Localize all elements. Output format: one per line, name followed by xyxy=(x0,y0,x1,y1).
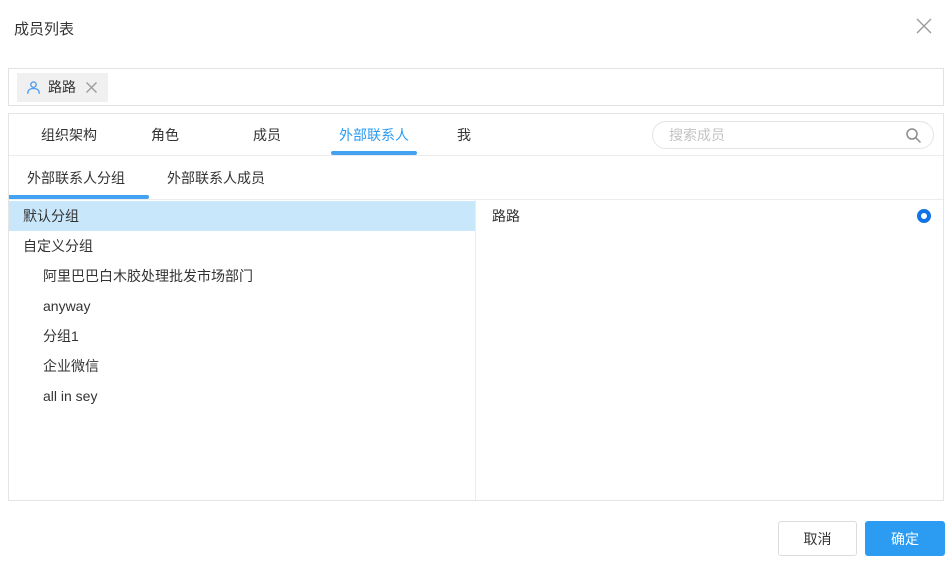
subtab-external-contact-members[interactable]: 外部联系人成员 xyxy=(167,168,265,188)
member-row[interactable]: 路路 xyxy=(476,201,943,231)
search-box xyxy=(652,121,934,149)
group-row[interactable]: 阿里巴巴白木胶处理批发市场部门 xyxy=(9,261,475,291)
tab-member[interactable]: 成员 xyxy=(201,114,333,155)
selected-member-tag-label: 路路 xyxy=(48,79,76,95)
tab-org-structure[interactable]: 组织架构 xyxy=(9,114,129,155)
tab-me[interactable]: 我 xyxy=(415,114,513,155)
member-list-dialog: 成员列表 路路 组织架构 角色 成员 外部联系人 我 搜索成员 外部联系人分组 … xyxy=(0,0,952,563)
sub-tab-bar: 外部联系人分组 外部联系人成员 xyxy=(9,156,943,200)
subtab-external-contact-groups[interactable]: 外部联系人分组 xyxy=(27,168,125,188)
close-icon[interactable] xyxy=(912,14,936,38)
group-row-default[interactable]: 默认分组 xyxy=(9,201,475,231)
person-icon xyxy=(26,80,41,95)
member-name: 路路 xyxy=(492,208,520,224)
active-subtab-underline xyxy=(9,195,149,199)
group-row-custom[interactable]: 自定义分组 xyxy=(9,231,475,261)
radio-selected-icon[interactable] xyxy=(917,209,931,223)
group-list: 默认分组 自定义分组 阿里巴巴白木胶处理批发市场部门 anyway 分组1 企业… xyxy=(9,200,476,500)
group-row[interactable]: all in sey xyxy=(9,381,475,411)
search-icon[interactable] xyxy=(905,127,922,149)
member-pane: 路路 xyxy=(476,200,943,500)
confirm-button[interactable]: 确定 xyxy=(865,521,945,556)
tab-role[interactable]: 角色 xyxy=(129,114,201,155)
cancel-button[interactable]: 取消 xyxy=(778,521,857,556)
selected-members-box[interactable]: 路路 xyxy=(8,68,944,106)
search-input[interactable] xyxy=(669,122,899,148)
tab-external-contacts[interactable]: 外部联系人 xyxy=(333,114,415,155)
group-row[interactable]: 分组1 xyxy=(9,321,475,351)
member-picker-panel: 组织架构 角色 成员 外部联系人 我 外部联系人分组 外部联系人成员 默认分组 … xyxy=(8,113,944,501)
picker-content: 默认分组 自定义分组 阿里巴巴白木胶处理批发市场部门 anyway 分组1 企业… xyxy=(9,200,943,500)
remove-tag-icon[interactable] xyxy=(85,81,98,94)
tab-bar: 组织架构 角色 成员 外部联系人 我 xyxy=(9,114,943,156)
selected-member-tag: 路路 xyxy=(17,72,108,102)
group-row[interactable]: anyway xyxy=(9,291,475,321)
group-row[interactable]: 企业微信 xyxy=(9,351,475,381)
page-title: 成员列表 xyxy=(14,21,75,38)
